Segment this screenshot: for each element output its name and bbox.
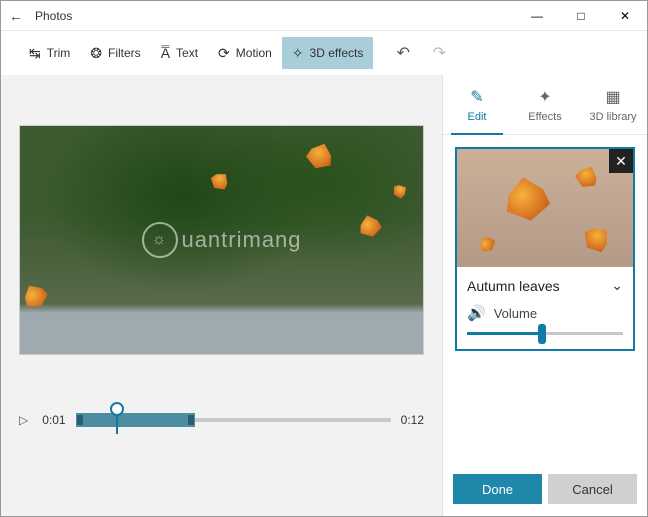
volume-slider-wrap	[457, 322, 633, 349]
effect-card: ✕ Autumn leaves ⌄ 🔊 Volume	[455, 147, 635, 351]
panel-tabs: ✎ Edit ✦ Effects ▦ 3D library	[443, 75, 647, 135]
leaf-icon	[579, 221, 616, 258]
effect-clip[interactable]	[76, 413, 196, 427]
text-button[interactable]: A̿ Text	[151, 37, 208, 69]
effect-name: Autumn leaves	[467, 278, 560, 294]
redo-button: ↷	[421, 43, 457, 63]
close-button[interactable]: ✕	[603, 1, 647, 31]
watermark: ☼ uantrimang	[141, 222, 301, 258]
side-panel: ✎ Edit ✦ Effects ▦ 3D library ✕ Autumn l…	[442, 75, 647, 516]
tab-3d-library-label: 3D library	[589, 111, 636, 123]
minimize-button[interactable]: —	[515, 1, 559, 31]
effect-thumbnail[interactable]: ✕	[457, 149, 633, 267]
trim-label: Trim	[47, 46, 71, 60]
time-total: 0:12	[401, 413, 424, 427]
watermark-text: uantrimang	[181, 227, 301, 253]
maximize-button[interactable]: □	[559, 1, 603, 31]
filters-icon: ❂	[90, 45, 102, 62]
3d-effects-label: 3D effects	[310, 46, 364, 60]
clip-end-handle[interactable]	[190, 415, 192, 425]
main-area: ☼ uantrimang ▷ 0:01 0:12 ✎ Edit	[1, 75, 647, 516]
volume-slider[interactable]	[467, 332, 623, 335]
time-current: 0:01	[42, 413, 65, 427]
tab-edit[interactable]: ✎ Edit	[443, 75, 511, 134]
back-button[interactable]: ←	[1, 8, 31, 24]
sparkle-icon: ✧	[292, 45, 304, 62]
remove-effect-button[interactable]: ✕	[609, 149, 633, 173]
motion-icon: ⟳	[218, 45, 230, 62]
tab-edit-label: Edit	[468, 111, 487, 123]
chevron-down-icon: ⌄	[611, 277, 623, 294]
timeline: ▷ 0:01 0:12	[19, 413, 424, 427]
footer-buttons: Done Cancel	[443, 464, 647, 516]
cancel-button[interactable]: Cancel	[548, 474, 637, 504]
window-controls: — □ ✕	[515, 1, 647, 31]
toolbar: ↹ Trim ❂ Filters A̿ Text ⟳ Motion ✧ 3D e…	[1, 31, 647, 75]
video-preview[interactable]: ☼ uantrimang	[19, 125, 424, 355]
done-button[interactable]: Done	[453, 474, 542, 504]
cube-icon: ▦	[605, 87, 620, 107]
trim-button[interactable]: ↹ Trim	[19, 37, 80, 69]
effect-name-row[interactable]: Autumn leaves ⌄	[457, 267, 633, 304]
tab-3d-library[interactable]: ▦ 3D library	[579, 75, 647, 134]
leaf-icon	[476, 233, 499, 256]
volume-slider-thumb[interactable]	[538, 324, 546, 344]
speaker-icon[interactable]: 🔊	[467, 304, 486, 322]
filters-label: Filters	[108, 46, 141, 60]
window-title: Photos	[31, 9, 515, 23]
play-button[interactable]: ▷	[19, 413, 28, 427]
volume-slider-fill	[467, 332, 542, 335]
titlebar: ← Photos — □ ✕	[1, 1, 647, 31]
leaf-icon	[502, 174, 553, 225]
clip-start-handle[interactable]	[79, 415, 81, 425]
tab-effects[interactable]: ✦ Effects	[511, 75, 579, 134]
filters-button[interactable]: ❂ Filters	[80, 37, 150, 69]
undo-button[interactable]: ↶	[385, 43, 421, 63]
motion-label: Motion	[236, 46, 272, 60]
watermark-logo-icon: ☼	[141, 222, 177, 258]
text-icon: A̿	[161, 45, 170, 61]
3d-effects-button[interactable]: ✧ 3D effects	[282, 37, 374, 69]
volume-row: 🔊 Volume	[457, 304, 633, 322]
text-label: Text	[176, 46, 198, 60]
effects-icon: ✦	[538, 87, 551, 107]
tab-effects-label: Effects	[528, 111, 561, 123]
volume-label: Volume	[494, 306, 537, 321]
timeline-track[interactable]	[76, 418, 391, 422]
pencil-icon: ✎	[470, 87, 483, 107]
motion-button[interactable]: ⟳ Motion	[208, 37, 282, 69]
preview-area: ☼ uantrimang ▷ 0:01 0:12	[1, 75, 442, 516]
trim-icon: ↹	[29, 45, 41, 62]
leaf-icon	[572, 162, 601, 191]
